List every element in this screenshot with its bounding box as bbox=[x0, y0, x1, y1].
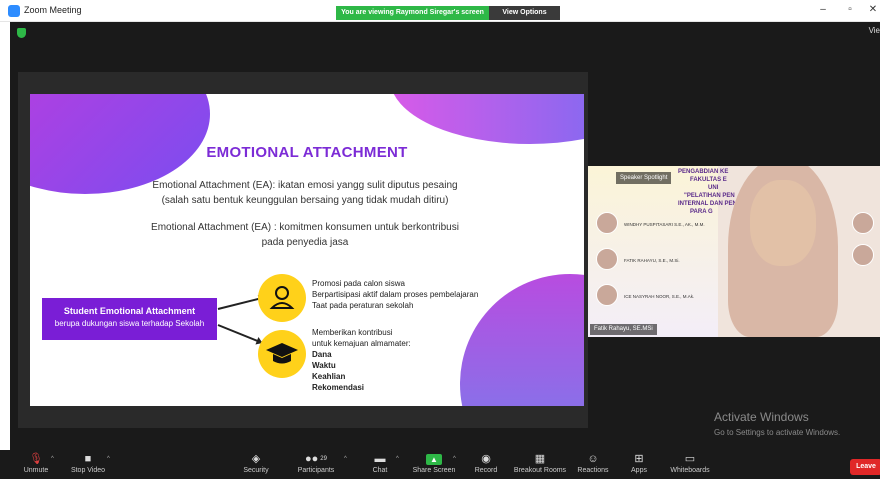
whiteboards-label: Whiteboards bbox=[670, 467, 710, 474]
person-icon bbox=[258, 274, 306, 322]
minimize-icon[interactable]: – bbox=[816, 4, 830, 15]
chat-options-caret[interactable]: ^ bbox=[396, 456, 399, 462]
arrow-to-group-2 bbox=[217, 324, 262, 344]
view-options-button[interactable]: View Options bbox=[489, 6, 560, 20]
unmute-label: Unmute bbox=[23, 467, 49, 474]
record-label: Record bbox=[474, 467, 498, 474]
unmute-button[interactable]: 🎙 Unmute bbox=[6, 452, 66, 476]
shield-icon: ◈ bbox=[251, 453, 261, 465]
definition-1-line-1: Emotional Attachment (EA): ikatan emosi … bbox=[152, 180, 458, 191]
stop-video-label: Stop Video bbox=[70, 467, 106, 474]
box-subtitle: berupa dukungan siswa terhadap Sekolah bbox=[54, 319, 205, 328]
speaker-name: ICE NASYRAH NOOR, S.E., M.Ak. bbox=[624, 294, 695, 299]
security-label: Security bbox=[243, 467, 269, 474]
participant-name-tag: Fatik Rahayu, SE.MSi bbox=[590, 324, 657, 335]
group-1-bullets: Promosi pada calon siswa Berpartisipasi … bbox=[312, 278, 478, 311]
shared-screen-panel: EMOTIONAL ATTACHMENT Emotional Attachmen… bbox=[18, 72, 588, 428]
microphone-muted-icon: 🎙 bbox=[29, 453, 43, 465]
slide-title: EMOTIONAL ATTACHMENT bbox=[206, 144, 408, 161]
contribution-item: Dana bbox=[312, 350, 332, 359]
record-button[interactable]: ◉ Record bbox=[456, 452, 516, 476]
bullet-item: Promosi pada calon siswa bbox=[312, 279, 405, 288]
whiteboard-icon: ▭ bbox=[684, 453, 696, 465]
avatar bbox=[852, 212, 874, 234]
whiteboards-button[interactable]: ▭ Whiteboards bbox=[660, 452, 720, 476]
encryption-shield-icon[interactable] bbox=[17, 28, 26, 38]
decorative-shape bbox=[460, 274, 584, 406]
bullet-item: Taat pada peraturan sekolah bbox=[312, 301, 414, 310]
bullet-item: Berpartisipasi aktif dalam proses pembel… bbox=[312, 290, 479, 299]
box-title: Student Emotional Attachment bbox=[63, 306, 196, 316]
contribution-item: Waktu bbox=[312, 361, 336, 370]
definition-2-line-1: Emotional Attachment (EA) : komitmen kon… bbox=[151, 222, 459, 233]
breakout-rooms-label: Breakout Rooms bbox=[513, 467, 567, 474]
avatar bbox=[596, 212, 618, 234]
presentation-slide: EMOTIONAL ATTACHMENT Emotional Attachmen… bbox=[30, 94, 584, 406]
breakout-rooms-button[interactable]: ▦ Breakout Rooms bbox=[510, 452, 570, 476]
activate-windows-subtitle: Go to Settings to activate Windows. bbox=[714, 428, 841, 437]
participants-count: 29 bbox=[320, 456, 327, 462]
participants-button[interactable]: ●● 29 Participants bbox=[286, 452, 346, 476]
group-2-bullets: Memberikan kontribusi untuk kemajuan alm… bbox=[312, 327, 411, 393]
close-icon[interactable]: ✕ bbox=[866, 4, 880, 15]
share-screen-label: Share Screen bbox=[412, 467, 456, 474]
video-options-caret[interactable]: ^ bbox=[107, 456, 110, 462]
breakout-rooms-icon: ▦ bbox=[534, 453, 546, 465]
definition-2-line-2: pada penyedia jasa bbox=[261, 237, 349, 248]
definition-1-line-2: (salah satu bentuk keunggulan bersaing y… bbox=[161, 195, 449, 206]
security-button[interactable]: ◈ Security bbox=[226, 452, 286, 476]
student-emotional-attachment-box: Student Emotional Attachment berupa duku… bbox=[42, 298, 217, 340]
meeting-toolbar: 🎙 Unmute ^ ■ Stop Video ^ ◈ Security ●● 2… bbox=[0, 450, 880, 479]
contribution-item: Rekomendasi bbox=[312, 383, 365, 392]
title-bar: Zoom Meeting You are viewing Raymond Sir… bbox=[0, 0, 880, 22]
decorative-shape bbox=[390, 94, 584, 144]
graduation-cap-icon bbox=[258, 330, 306, 378]
speaker-spotlight-tag: Speaker Spotlight bbox=[616, 172, 672, 184]
bullet-intro: Memberikan kontribusi bbox=[312, 328, 393, 337]
maximize-icon[interactable]: ▫ bbox=[843, 4, 857, 15]
meeting-stage: Vie EMOTIONAL ATTACHMENT Emotional Attac… bbox=[10, 22, 880, 462]
presenter-face bbox=[750, 180, 816, 266]
speaker-name: WINDHY PUSPITASARI S.E., AK., M.M. bbox=[624, 222, 705, 227]
chat-button[interactable]: ▬ Chat bbox=[350, 452, 410, 476]
avatar bbox=[852, 244, 874, 266]
avatar bbox=[596, 248, 618, 270]
view-menu[interactable]: Vie bbox=[869, 26, 880, 35]
activate-windows-title: Activate Windows bbox=[714, 410, 809, 424]
speaker-name: FATIK RAHAYU, S.E., M.Si. bbox=[624, 258, 680, 263]
contribution-item: Keahlian bbox=[312, 372, 346, 381]
leave-button[interactable]: Leave bbox=[850, 459, 880, 475]
chat-label: Chat bbox=[372, 467, 388, 474]
window-title: Zoom Meeting bbox=[24, 5, 82, 15]
zoom-logo-icon bbox=[8, 5, 20, 17]
avatar bbox=[596, 284, 618, 306]
presenter-video bbox=[728, 166, 838, 337]
bullet-intro: untuk kemajuan almamater: bbox=[312, 339, 411, 348]
participants-options-caret[interactable]: ^ bbox=[344, 456, 347, 462]
record-icon: ◉ bbox=[481, 453, 491, 465]
viewing-screen-banner: You are viewing Raymond Siregar's screen bbox=[336, 6, 489, 20]
chat-bubble-icon: ▬ bbox=[374, 453, 386, 465]
participant-video-tile[interactable]: PENGABDIAN KE FAKULTAS E UNI "PELATIHAN … bbox=[588, 166, 880, 337]
participants-label: Participants bbox=[297, 467, 335, 474]
audio-options-caret[interactable]: ^ bbox=[51, 456, 54, 462]
arrow-to-group-1 bbox=[217, 296, 263, 310]
participants-icon: ●● 29 bbox=[305, 453, 327, 465]
